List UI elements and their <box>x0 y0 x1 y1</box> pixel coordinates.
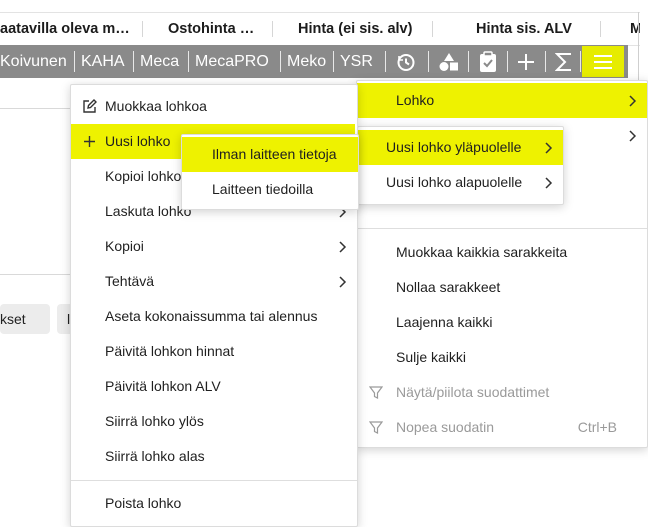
toolbar-item-ysr[interactable]: YSR <box>340 45 373 78</box>
menu-item-update-block-vat[interactable]: Päivitä lohkon ALV <box>71 369 357 404</box>
menu-divider <box>357 228 647 229</box>
toolbar-separator <box>580 51 581 72</box>
shortcut-label: Ctrl+B <box>577 419 617 435</box>
menu-item-label: Päivitä lohkon hinnat <box>105 343 235 359</box>
toolbar-item-kaha[interactable]: KAHA <box>81 45 125 78</box>
toolbar-separator <box>428 51 429 72</box>
menu-item-reset-columns[interactable]: Nollaa sarakkeet <box>357 270 647 305</box>
column-header-availability[interactable]: aatavilla oleva m… <box>0 13 138 45</box>
lohko-submenu: Uusi lohko yläpuolelle Uusi lohko alapuo… <box>357 126 564 205</box>
chevron-right-icon <box>339 264 347 299</box>
plus-icon[interactable] <box>512 45 540 78</box>
hamburger-menu-icon <box>594 55 612 74</box>
menu-item-delete-block[interactable]: Poista lohko <box>71 486 357 521</box>
menu-item-without-device-info[interactable]: Ilman laitteen tietoja <box>182 137 358 172</box>
menu-item-task[interactable]: Tehtävä <box>71 264 357 299</box>
menu-item-label: Nollaa sarakkeet <box>396 279 501 295</box>
chevron-right-icon <box>629 83 637 118</box>
menu-item-set-total-discount[interactable]: Aseta kokonaissumma tai alennus <box>71 299 357 334</box>
menu-item-label: Ilman laitteen tietoja <box>212 146 337 162</box>
menu-item-label: Tehtävä <box>105 273 155 289</box>
menu-item-label: Lohko <box>396 92 435 108</box>
toolbar-item-meko[interactable]: Meko <box>287 45 326 78</box>
background-chip[interactable]: kset <box>0 304 50 334</box>
grid-line <box>0 274 70 275</box>
menu-item-expand-all[interactable]: Laajenna kaikki <box>357 305 647 340</box>
menu-item-label: Uusi lohko yläpuolelle <box>386 139 522 155</box>
edit-icon <box>80 89 98 124</box>
supplier-toolbar: Koivunen KAHA Meca MecaPRO Meko YSR <box>0 45 628 78</box>
clipboard-check-icon[interactable] <box>474 45 502 78</box>
menu-item-move-block-up[interactable]: Siirrä lohko ylös <box>71 404 357 439</box>
menu-item-label: Uusi lohko <box>105 133 171 149</box>
toolbar-separator <box>188 51 189 72</box>
table-header-row: aatavilla oleva m… Ostohinta … Hinta (ei… <box>0 12 640 46</box>
toolbar-separator <box>507 51 508 72</box>
column-separator <box>272 21 273 37</box>
toolbar-separator <box>133 51 134 72</box>
menu-item-label: Siirrä lohko ylös <box>105 413 204 429</box>
menu-item-label: Muokkaa lohkoa <box>105 98 207 114</box>
menu-item-label: Laitteen tiedoilla <box>212 181 314 197</box>
chevron-right-icon <box>629 118 637 153</box>
menu-item-label: Kopioi lohko <box>105 168 182 184</box>
menu-item-label: Siirrä lohko alas <box>105 448 205 464</box>
column-header-price-incl-vat[interactable]: Hinta sis. ALV <box>476 13 586 45</box>
toolbar-separator <box>385 51 386 72</box>
menu-item-collapse-all[interactable]: Sulje kaikki <box>357 340 647 375</box>
chevron-right-icon <box>339 229 347 264</box>
hamburger-menu-button[interactable] <box>582 46 624 77</box>
chevron-right-icon <box>545 165 553 200</box>
menu-item-new-block-above[interactable]: Uusi lohko yläpuolelle <box>358 130 563 165</box>
menu-item-label: Laskuta lohko <box>105 203 192 219</box>
column-separator <box>432 21 433 37</box>
toolbar-separator <box>468 51 469 72</box>
menu-divider <box>71 480 357 481</box>
menu-item-label: Kopioi <box>105 238 144 254</box>
menu-item-lohko[interactable]: Lohko <box>357 83 647 118</box>
menu-item-edit-all-columns[interactable]: Muokkaa kaikkia sarakkeita <box>357 235 647 270</box>
menu-item-update-block-prices[interactable]: Päivitä lohkon hinnat <box>71 334 357 369</box>
filter-icon <box>367 410 385 445</box>
menu-item-with-device-info[interactable]: Laitteen tiedoilla <box>182 172 358 207</box>
menu-item-move-block-down[interactable]: Siirrä lohko alas <box>71 439 357 474</box>
menu-item-quick-filter[interactable]: Nopea suodatin Ctrl+B <box>357 410 647 445</box>
plus-icon <box>80 124 98 159</box>
menu-item-label: Laajenna kaikki <box>396 314 493 330</box>
toolbar-separator <box>545 51 546 72</box>
grid-line <box>0 108 70 109</box>
column-header-purchase-price[interactable]: Ostohinta … <box>168 13 268 45</box>
menu-item-label: Muokkaa kaikkia sarakkeita <box>396 244 568 260</box>
menu-item-label: Uusi lohko alapuolelle <box>386 174 523 190</box>
menu-item-label: Päivitä lohkon ALV <box>105 378 221 394</box>
menu-item-label: Nopea suodatin <box>396 419 495 435</box>
history-icon[interactable] <box>392 45 420 78</box>
menu-item-label: Poista lohko <box>105 495 182 511</box>
menu-item-label: Näytä/piilota suodattimet <box>396 384 550 400</box>
menu-item-copy[interactable]: Kopioi <box>71 229 357 264</box>
chip-label: kset <box>0 311 26 327</box>
new-block-submenu: Ilman laitteen tietoja Laitteen tiedoill… <box>181 134 359 210</box>
menu-item-edit-block[interactable]: Muokkaa lohkoa <box>71 89 357 124</box>
column-header-price-excl-vat[interactable]: Hinta (ei sis. alv) <box>298 13 428 45</box>
menu-item-toggle-filters[interactable]: Näytä/piilota suodattimet <box>357 375 647 410</box>
menu-item-new-block-below[interactable]: Uusi lohko alapuolelle <box>358 165 563 200</box>
column-separator <box>142 21 143 37</box>
toolbar-separator <box>74 51 75 72</box>
column-separator <box>600 21 601 37</box>
toolbar-separator <box>333 51 334 72</box>
shapes-icon[interactable] <box>435 45 463 78</box>
menu-item-label: Sulje kaikki <box>396 349 467 365</box>
toolbar-item-mecapro[interactable]: MecaPRO <box>195 45 269 78</box>
toolbar-item-koivunen[interactable]: Koivunen <box>0 45 67 78</box>
toolbar-item-meca[interactable]: Meca <box>140 45 179 78</box>
toolbar-separator <box>280 51 281 72</box>
filter-icon <box>367 375 385 410</box>
grid-right-border <box>638 12 639 82</box>
chevron-right-icon <box>545 130 553 165</box>
sigma-icon[interactable] <box>550 45 578 78</box>
menu-item-label: Aseta kokonaissumma tai alennus <box>105 308 318 324</box>
